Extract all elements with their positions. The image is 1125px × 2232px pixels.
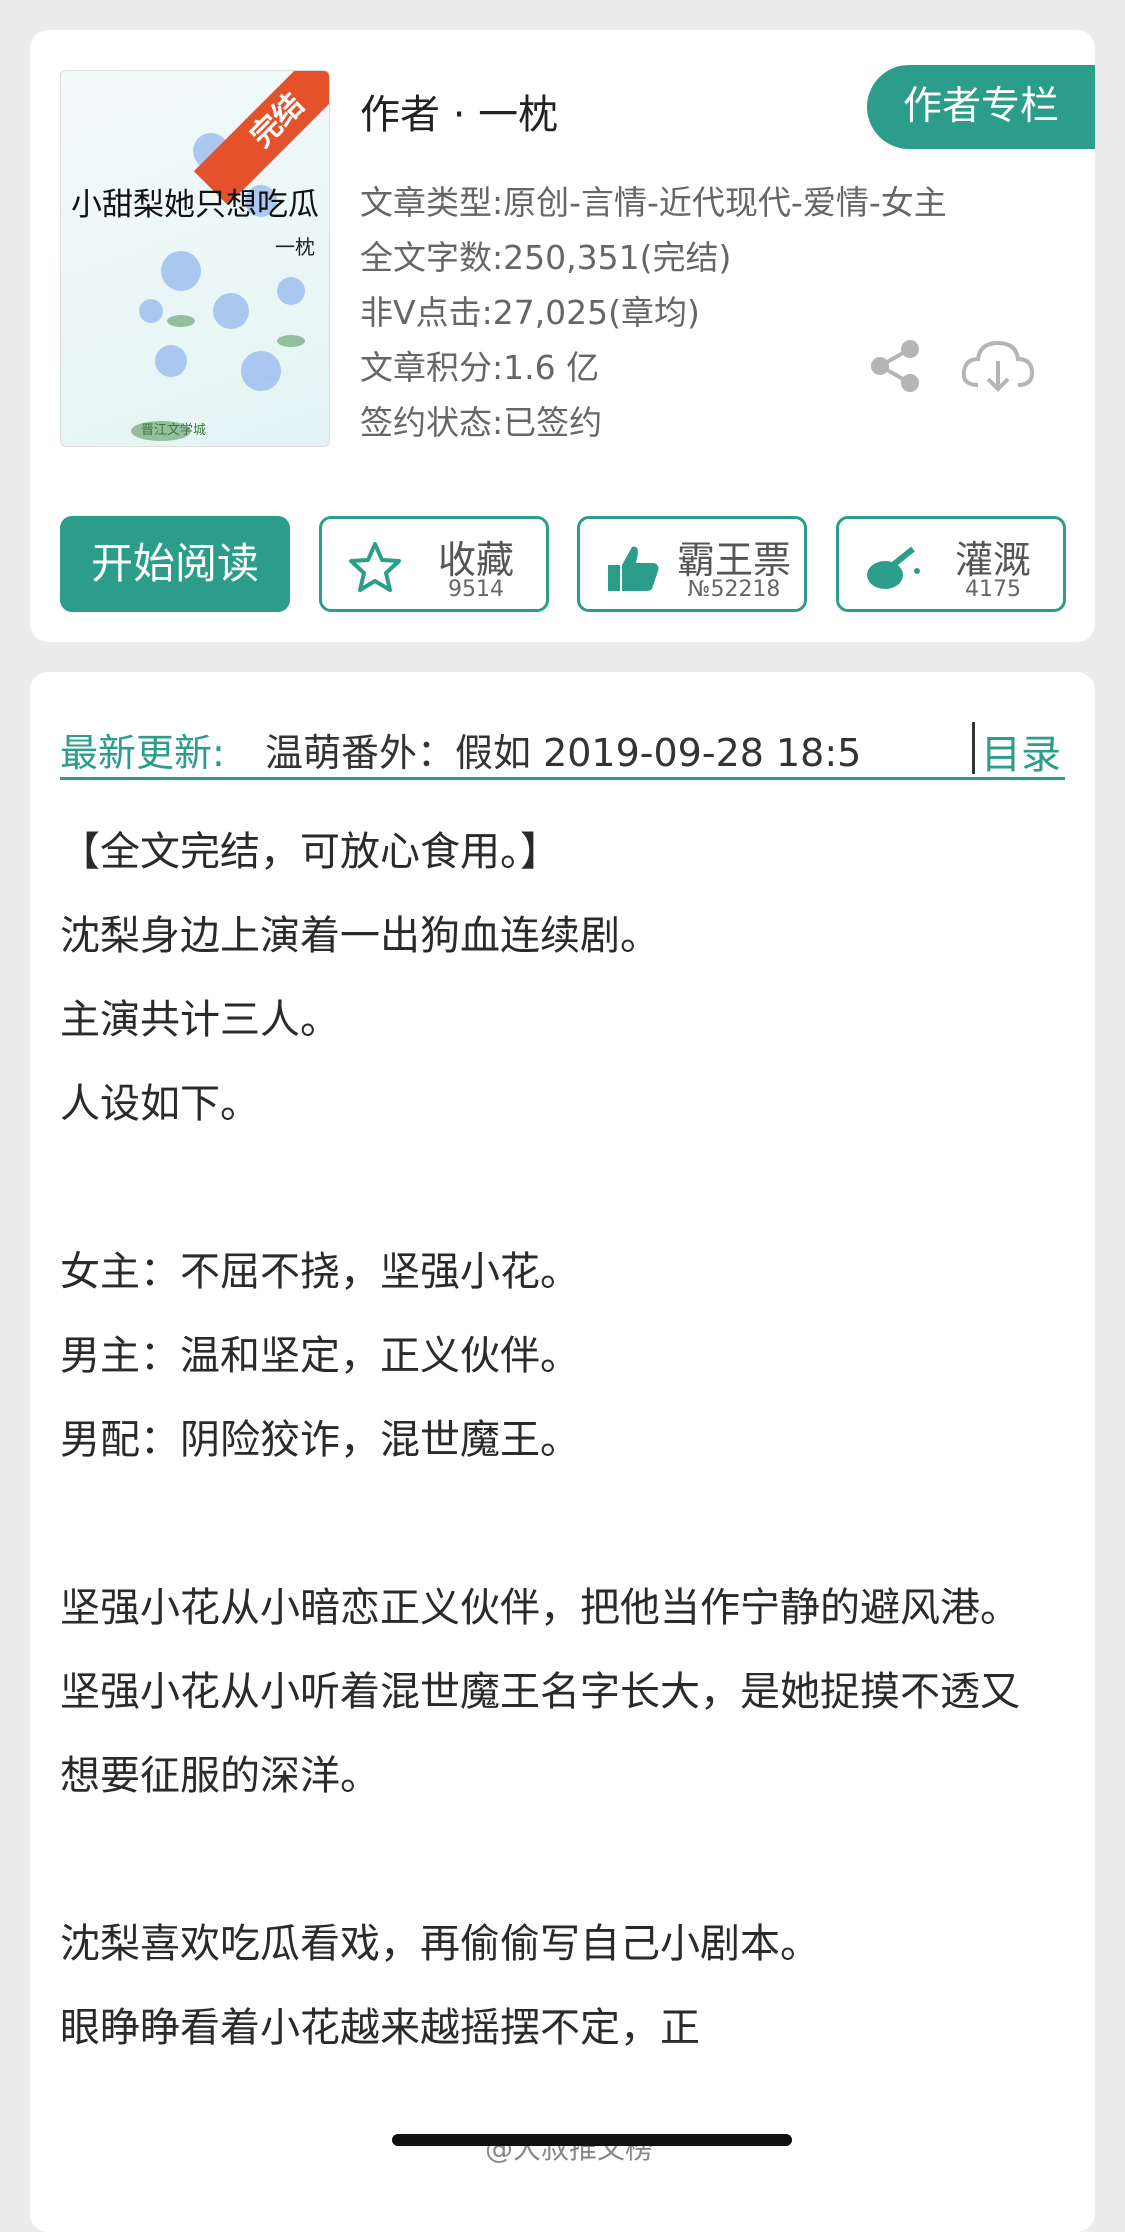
- cover-author: 一枕: [275, 235, 315, 259]
- text-fade: [810, 2072, 1050, 2132]
- book-info-card: 完结 小甜梨她只想吃瓜 一枕 晋江文学城 作者 · 一枕 作者专栏 文章类型:原…: [30, 30, 1095, 642]
- divider: [972, 722, 975, 774]
- star-icon: [349, 542, 401, 592]
- ticket-label: 霸王票: [676, 538, 791, 582]
- summary-line: 沈梨喜欢吃瓜看戏，再偷偷写自己小剧本。: [60, 1921, 820, 1967]
- share-icon[interactable]: [870, 340, 922, 392]
- watering-icon: [867, 546, 920, 589]
- cover-title: 小甜梨她只想吃瓜: [71, 187, 319, 223]
- thumbs-up-icon: [608, 546, 659, 591]
- meta-clicks: 非Ⅴ点击:27,025(章均): [360, 293, 700, 332]
- toc-link[interactable]: 目录: [981, 722, 1061, 780]
- summary-line: 主演共计三人。: [60, 997, 340, 1043]
- home-indicator[interactable]: [392, 2134, 792, 2146]
- summary-line: 人设如下。: [60, 1081, 260, 1127]
- ticket-count: №52218: [687, 577, 781, 602]
- summary-line: 男配：阴险狡诈，混世魔王。: [60, 1417, 580, 1463]
- summary-line: 【全文完结，可放心食用。】: [60, 829, 560, 875]
- book-cover[interactable]: 完结 小甜梨她只想吃瓜 一枕 晋江文学城: [60, 70, 330, 447]
- latest-update-label: 最新更新:: [60, 731, 225, 775]
- start-reading-button[interactable]: 开始阅读: [60, 516, 290, 612]
- summary-line: 男主：温和坚定，正义伙伴。: [60, 1333, 580, 1379]
- summary-card: 最新更新: 温萌番外：假如 2019-09-28 18:5 目录 【全文完结，可…: [30, 672, 1095, 2232]
- summary-line: [60, 1146, 1035, 1230]
- summary-line: 眼睁睁看着小花越来越摇摆不定，正: [60, 2005, 700, 2051]
- summary-line: 坚强小花从小听着混世魔王名字长大，是她捉摸不透又想要征服的深洋。: [60, 1669, 1020, 1799]
- author-column-button[interactable]: 作者专栏: [867, 65, 1095, 149]
- ticket-button[interactable]: 霸王票 №52218: [577, 516, 807, 612]
- summary-line: [60, 1818, 1035, 1902]
- watermark: @大叔推文榜: [485, 2132, 654, 2165]
- favorite-count: 9514: [448, 577, 504, 602]
- summary-line: 沈梨身边上演着一出狗血连续剧。: [60, 913, 660, 959]
- summary-line: 女主：不屈不挠，坚强小花。: [60, 1249, 580, 1295]
- water-label: 灌溉: [954, 538, 1031, 582]
- cover-logo: 晋江文学城: [141, 423, 207, 438]
- latest-update-row[interactable]: 最新更新: 温萌番外：假如 2019-09-28 18:5 目录: [60, 702, 1065, 780]
- meta-score: 文章积分:1.6 亿: [360, 348, 600, 387]
- author-name[interactable]: 作者 · 一枕: [360, 82, 558, 140]
- latest-update-text[interactable]: 温萌番外：假如 2019-09-28 18:5: [265, 722, 945, 777]
- meta-sign-status: 签约状态:已签约: [360, 403, 603, 442]
- meta-word-count: 全文字数:250,351(完结): [360, 238, 732, 277]
- book-summary: 【全文完结，可放心食用。】 沈梨身边上演着一出狗血连续剧。 主演共计三人。 人设…: [60, 810, 1035, 2070]
- book-meta: 文章类型:原创-言情-近代现代-爱情-女主 全文字数:250,351(完结) 非…: [360, 175, 947, 450]
- summary-line: 坚强小花从小暗恋正义伙伴，把他当作宁静的避风港。: [60, 1585, 1020, 1631]
- water-button[interactable]: 灌溉 4175: [836, 516, 1066, 612]
- favorite-button[interactable]: 收藏 9514: [319, 516, 549, 612]
- summary-line: [60, 1482, 1035, 1566]
- water-count: 4175: [965, 577, 1021, 602]
- download-icon[interactable]: [960, 335, 1036, 397]
- favorite-label: 收藏: [437, 538, 514, 582]
- meta-type: 文章类型:原创-言情-近代现代-爱情-女主: [360, 183, 947, 222]
